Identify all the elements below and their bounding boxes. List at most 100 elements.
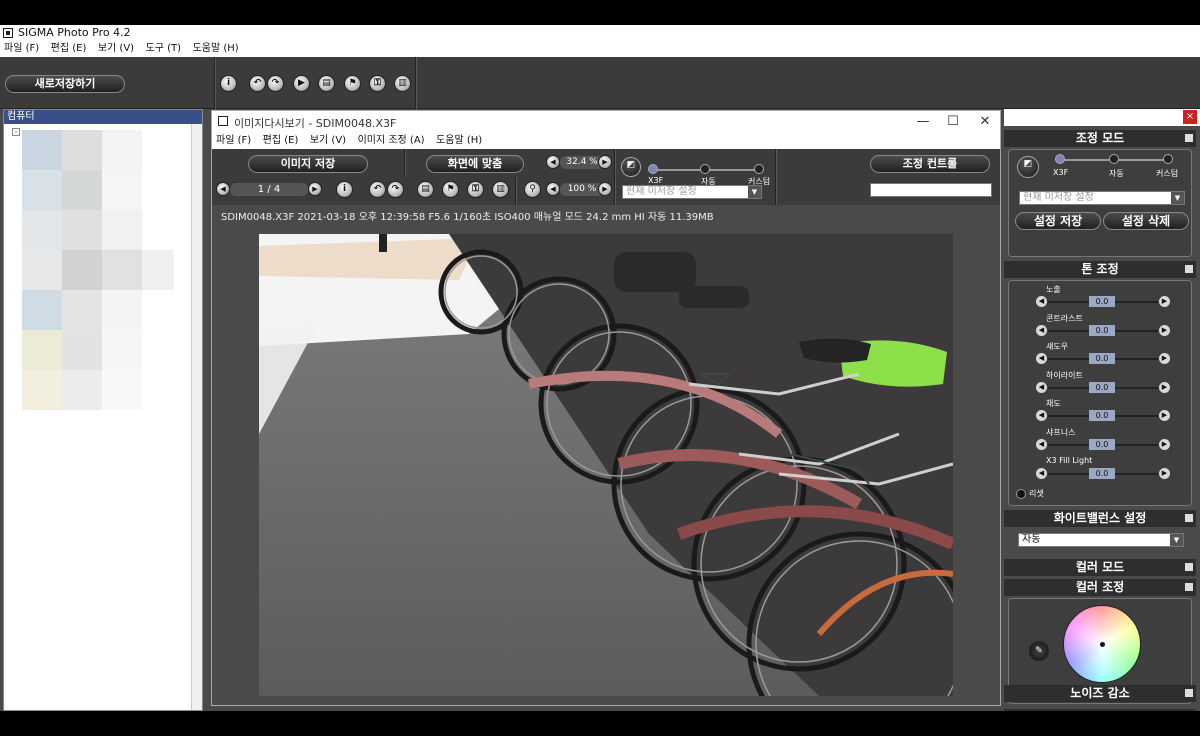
- exposure-slider[interactable]: ◀ 0.0 ▶: [1036, 296, 1170, 308]
- decrease-icon[interactable]: ◀: [1036, 382, 1047, 393]
- chevron-down-icon[interactable]: ▼: [1171, 192, 1184, 204]
- tree-expand-icon[interactable]: -: [12, 128, 20, 136]
- menu-help[interactable]: 도움말 (H): [189, 41, 243, 56]
- menu-file[interactable]: 파일 (F): [0, 41, 43, 56]
- flag-icon[interactable]: ⚑: [344, 75, 361, 92]
- menu-tools[interactable]: 도구 (T): [142, 41, 186, 56]
- color-wheel-marker[interactable]: [1100, 642, 1105, 647]
- trash-icon[interactable]: ▥: [394, 75, 411, 92]
- blurred-thumbnail: [102, 290, 142, 330]
- color-adjust-header[interactable]: 컬러 조정: [1004, 579, 1196, 596]
- decrease-icon[interactable]: ◀: [1036, 325, 1047, 336]
- highlight-slider[interactable]: ◀ 0.0 ▶: [1036, 382, 1170, 394]
- minimize-button[interactable]: —: [908, 113, 938, 131]
- fill-light-slider[interactable]: ◀ 0.0 ▶: [1036, 468, 1170, 480]
- fit-screen-button[interactable]: 화면에 맞춤: [426, 155, 524, 173]
- viewer-menu-help[interactable]: 도움말 (H): [432, 133, 486, 148]
- flag-icon[interactable]: ⚑: [442, 181, 459, 198]
- next-image-icon[interactable]: ▶: [308, 182, 322, 196]
- print-icon[interactable]: ▤: [417, 181, 434, 198]
- color-wheel[interactable]: [1063, 605, 1141, 683]
- increase-icon[interactable]: ▶: [1159, 468, 1170, 479]
- increase-icon[interactable]: ▶: [1159, 382, 1170, 393]
- play-icon[interactable]: ▶: [293, 75, 310, 92]
- collapse-icon[interactable]: [1185, 265, 1193, 273]
- bicycle-photo: [259, 234, 953, 696]
- save-new-button[interactable]: 새로저장하기: [5, 75, 125, 93]
- rotate-right-icon[interactable]: ↷: [267, 75, 284, 92]
- increase-icon[interactable]: ▶: [1159, 296, 1170, 307]
- decrease-icon[interactable]: ◀: [1036, 439, 1047, 450]
- collapse-icon[interactable]: [1185, 134, 1193, 142]
- adjustment-panel: × 조정 모드 ◩ X3F 자동 커스텀 현재 미저장 설정 ▼ 설정 저장 설…: [1004, 109, 1200, 711]
- white-balance-header[interactable]: 화이트밸런스 설정: [1004, 510, 1196, 527]
- shadow-slider[interactable]: ◀ 0.0 ▶: [1036, 353, 1170, 365]
- zoom-in-icon[interactable]: ▶: [598, 155, 612, 169]
- viewer-menu-adjust[interactable]: 이미지 조정 (A): [354, 133, 429, 148]
- viewer-menu-edit[interactable]: 편집 (E): [259, 133, 303, 148]
- blurred-thumbnail: [62, 330, 102, 370]
- preset-select[interactable]: 현재 미저장 설정 ▼: [1019, 191, 1185, 205]
- decrease-icon[interactable]: ◀: [1036, 410, 1047, 421]
- print-icon[interactable]: ▤: [318, 75, 335, 92]
- app-window: SIGMA Photo Pro 4.2 파일 (F) 편집 (E) 보기 (V)…: [0, 25, 1200, 711]
- delete-setting-button[interactable]: 설정 삭제: [1103, 212, 1189, 230]
- collapse-icon[interactable]: [1185, 563, 1193, 571]
- increase-icon[interactable]: ▶: [1159, 353, 1170, 364]
- mode-slider-knob[interactable]: [1055, 154, 1065, 164]
- decrease-icon[interactable]: ◀: [1036, 353, 1047, 364]
- x3f-mode-icon[interactable]: ◩: [621, 157, 641, 177]
- maximize-button[interactable]: ☐: [938, 113, 968, 131]
- viewer-menu-view[interactable]: 보기 (V): [306, 133, 350, 148]
- key-icon[interactable]: ⚿: [369, 75, 386, 92]
- chevron-down-icon[interactable]: ▼: [748, 186, 761, 198]
- noise-reduction-header[interactable]: 노이즈 감소: [1004, 685, 1196, 702]
- close-button[interactable]: ✕: [970, 113, 1000, 131]
- prev-image-icon[interactable]: ◀: [216, 182, 230, 196]
- rotate-left-icon[interactable]: ↶: [249, 75, 266, 92]
- tone-reset[interactable]: 리셋: [1016, 488, 1044, 499]
- collapse-icon[interactable]: [1185, 689, 1193, 697]
- white-balance-select[interactable]: 자동 ▼: [1018, 533, 1184, 547]
- increase-icon[interactable]: ▶: [1159, 410, 1170, 421]
- menu-edit[interactable]: 편집 (E): [47, 41, 91, 56]
- viewer-menu-file[interactable]: 파일 (F): [212, 133, 255, 148]
- saturation-slider[interactable]: ◀ 0.0 ▶: [1036, 410, 1170, 422]
- save-image-button[interactable]: 이미지 저장: [248, 155, 368, 173]
- color-mode-header[interactable]: 컬러 모드: [1004, 559, 1196, 576]
- increase-icon[interactable]: ▶: [1159, 325, 1170, 336]
- info-icon[interactable]: i: [336, 181, 353, 198]
- contrast-slider[interactable]: ◀ 0.0 ▶: [1036, 325, 1170, 337]
- photo-preview[interactable]: [259, 234, 953, 696]
- adjust-mode-header[interactable]: 조정 모드: [1004, 130, 1196, 147]
- sharpness-slider[interactable]: ◀ 0.0 ▶: [1036, 439, 1170, 451]
- increase-icon[interactable]: ▶: [1159, 439, 1170, 450]
- save-setting-button[interactable]: 설정 저장: [1015, 212, 1101, 230]
- mode-slider-knob[interactable]: [648, 164, 658, 174]
- magnifier-icon[interactable]: ⚲: [524, 181, 541, 198]
- collapse-icon[interactable]: [1185, 583, 1193, 591]
- eyedropper-icon[interactable]: ✎: [1029, 641, 1049, 661]
- decrease-icon[interactable]: ◀: [1036, 468, 1047, 479]
- preset-select[interactable]: 현재 미저장 설정 ▼: [622, 185, 762, 199]
- adjust-controls-field[interactable]: [870, 183, 992, 197]
- chevron-down-icon[interactable]: ▼: [1170, 534, 1183, 546]
- noise-header[interactable]: [1004, 709, 1196, 711]
- trash-icon[interactable]: ▥: [492, 181, 509, 198]
- zoom-out-icon[interactable]: ◀: [546, 155, 560, 169]
- zoom-in-100-icon[interactable]: ▶: [598, 182, 612, 196]
- decrease-icon[interactable]: ◀: [1036, 296, 1047, 307]
- rotate-left-icon[interactable]: ↶: [369, 181, 386, 198]
- folder-panel-scrollbar[interactable]: [191, 124, 202, 710]
- rotate-right-icon[interactable]: ↷: [387, 181, 404, 198]
- menu-view[interactable]: 보기 (V): [94, 41, 138, 56]
- key-icon[interactable]: ⚿: [467, 181, 484, 198]
- zoom-out-100-icon[interactable]: ◀: [546, 182, 560, 196]
- info-icon[interactable]: i: [220, 75, 237, 92]
- tone-header[interactable]: 톤 조정: [1004, 261, 1196, 278]
- reset-radio-icon[interactable]: [1016, 488, 1026, 499]
- panel-close-button[interactable]: ×: [1183, 110, 1197, 124]
- adjust-controls-button[interactable]: 조정 컨트롤: [870, 155, 990, 173]
- collapse-icon[interactable]: [1185, 514, 1193, 522]
- x3f-mode-icon[interactable]: ◩: [1017, 156, 1039, 178]
